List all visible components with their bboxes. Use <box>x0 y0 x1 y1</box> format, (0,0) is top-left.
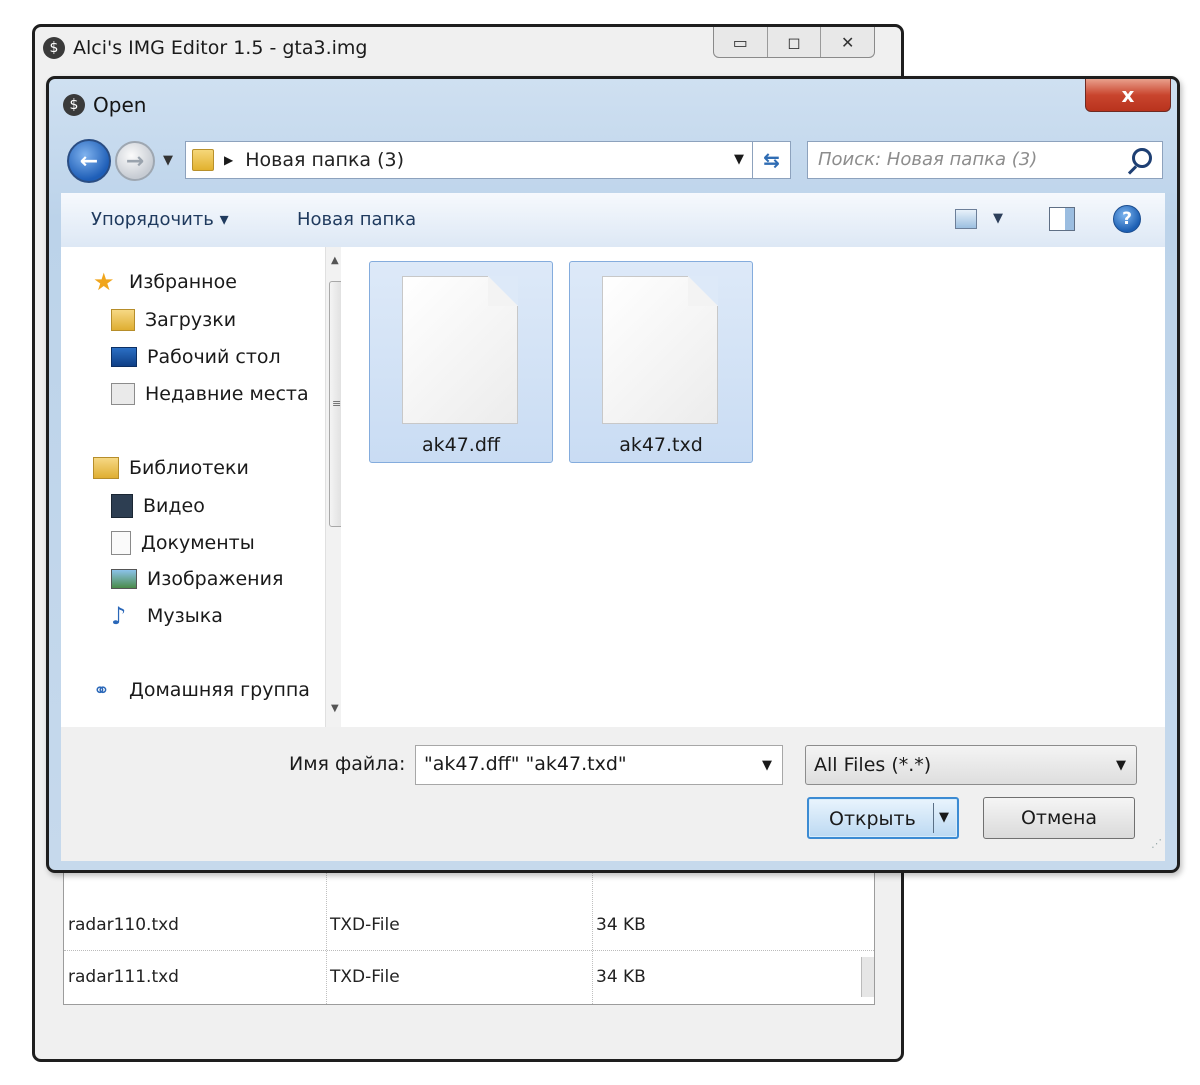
back-arrow-icon: ← <box>79 148 99 174</box>
main-title-bar: $ Alci's IMG Editor 1.5 - gta3.img <box>43 37 367 59</box>
nav-item-pictures[interactable]: Изображения <box>111 568 283 590</box>
file-type-value: All Files (*.*) <box>814 754 932 776</box>
help-icon[interactable]: ? <box>1113 205 1141 233</box>
search-icon[interactable] <box>1132 148 1152 168</box>
open-button-label: Открыть <box>829 808 916 830</box>
maximize-button[interactable]: ◻ <box>766 27 821 57</box>
file-view: ak47.dff ak47.txd <box>341 247 1165 727</box>
cell-type: TXD-File <box>330 915 400 935</box>
main-window-title: Alci's IMG Editor 1.5 - gta3.img <box>73 37 368 59</box>
forward-arrow-icon: → <box>125 148 145 174</box>
cell-type: TXD-File <box>330 967 400 987</box>
cancel-button[interactable]: Отмена <box>983 797 1135 839</box>
command-bar: Упорядочить ▾ Новая папка ▼ ? <box>61 193 1165 248</box>
pictures-icon <box>111 569 137 589</box>
breadcrumb-arrow-icon[interactable]: ▶ <box>224 153 233 167</box>
filename-label: Имя файла: <box>289 753 406 775</box>
nav-item-music[interactable]: ♪ Музыка <box>111 602 223 630</box>
nav-favorites-label: Избранное <box>129 271 237 293</box>
nav-item-documents[interactable]: Документы <box>111 531 255 555</box>
open-options-dropdown-icon[interactable]: ▼ <box>939 810 949 825</box>
window-controls: ▭ ◻ ✕ <box>713 27 875 58</box>
nav-item-label: Видео <box>143 495 205 517</box>
scroll-down-icon[interactable]: ▼ <box>331 703 339 714</box>
open-dialog: $ Open x ← → ▼ ▶ Новая папка (3) ▼ ⇆ Упо… <box>46 76 1180 873</box>
file-type-select[interactable]: All Files (*.*) ▼ <box>805 745 1137 785</box>
cell-name: radar110.txd <box>68 915 179 935</box>
resize-grip-icon[interactable]: ⋰ <box>1151 837 1162 850</box>
search-box[interactable] <box>807 141 1163 179</box>
nav-libraries[interactable]: Библиотеки <box>93 457 249 479</box>
open-button[interactable]: Открыть ▼ <box>807 797 959 839</box>
nav-item-label: Документы <box>141 532 255 554</box>
video-icon <box>111 494 133 518</box>
libraries-folder-icon <box>93 457 119 479</box>
nav-item-label: Рабочий стол <box>147 346 281 368</box>
nav-item-label: Загрузки <box>145 309 237 331</box>
scroll-up-icon[interactable]: ▲ <box>331 255 339 266</box>
cell-size: 34 KB <box>596 915 646 935</box>
file-name: ak47.dff <box>421 434 500 456</box>
homegroup-icon: ⚭ <box>93 679 110 701</box>
cell-size: 34 KB <box>596 967 646 987</box>
cancel-button-label: Отмена <box>1020 807 1098 829</box>
preview-pane-icon[interactable] <box>1049 207 1075 231</box>
recent-locations-dropdown-icon[interactable]: ▼ <box>163 153 173 168</box>
music-icon: ♪ <box>111 602 127 630</box>
star-icon: ★ <box>93 268 115 296</box>
documents-icon <box>111 531 131 555</box>
change-view-icon[interactable] <box>955 209 977 229</box>
dialog-title: Open <box>93 93 147 117</box>
minimize-button[interactable]: ▭ <box>714 27 767 57</box>
dialog-title-bar: $ Open <box>63 93 146 117</box>
downloads-folder-icon <box>111 309 135 331</box>
nav-item-downloads[interactable]: Загрузки <box>111 309 236 331</box>
recent-places-icon <box>111 383 135 405</box>
nav-item-label: Недавние места <box>145 383 309 405</box>
address-bar[interactable]: ▶ Новая папка (3) ▼ <box>185 141 753 179</box>
nav-libraries-label: Библиотеки <box>129 457 249 479</box>
nav-item-label: Музыка <box>147 605 223 627</box>
nav-item-video[interactable]: Видео <box>111 494 205 518</box>
file-item[interactable]: ak47.dff <box>369 261 553 463</box>
close-button[interactable]: ✕ <box>820 27 874 57</box>
search-input[interactable] <box>816 148 1120 171</box>
filename-dropdown-icon[interactable]: ▼ <box>762 758 772 773</box>
file-name: ak47.txd <box>619 434 703 456</box>
app-icon: $ <box>63 94 85 116</box>
filename-input[interactable] <box>422 752 746 776</box>
nav-item-recent-places[interactable]: Недавние места <box>111 383 309 405</box>
dialog-footer: Имя файла: ▼ All Files (*.*) ▼ Открыть ▼… <box>61 727 1165 861</box>
view-dropdown-icon[interactable]: ▼ <box>993 211 1003 226</box>
table-row[interactable]: radar110.txd TXD-File 34 KB <box>64 900 874 951</box>
organize-button[interactable]: Упорядочить ▾ <box>91 209 229 230</box>
folder-icon <box>192 149 214 171</box>
address-dropdown-icon[interactable]: ▼ <box>734 152 744 167</box>
table-scrollbar[interactable] <box>861 957 874 997</box>
nav-favorites[interactable]: ★ Избранное <box>93 268 237 296</box>
refresh-button[interactable]: ⇆ <box>753 141 791 179</box>
forward-button[interactable]: → <box>115 141 155 181</box>
file-item[interactable]: ak47.txd <box>569 261 753 463</box>
cell-name: radar111.txd <box>68 967 179 987</box>
table-row[interactable]: radar111.txd TXD-File 34 KB <box>64 952 874 1002</box>
refresh-icon: ⇆ <box>763 148 780 172</box>
app-icon: $ <box>43 37 65 59</box>
dialog-close-button[interactable]: x <box>1085 79 1171 112</box>
back-button[interactable]: ← <box>67 139 111 183</box>
navigation-pane: ★ Избранное Загрузки Рабочий стол Недавн… <box>61 247 348 727</box>
nav-item-desktop[interactable]: Рабочий стол <box>111 346 281 368</box>
file-icon <box>402 276 518 424</box>
new-folder-button[interactable]: Новая папка <box>297 209 416 230</box>
scroll-grip-icon: ≡ <box>332 397 342 410</box>
file-type-dropdown-icon: ▼ <box>1116 758 1126 773</box>
nav-homegroup-label: Домашняя группа <box>129 679 310 701</box>
filename-combobox[interactable]: ▼ <box>415 745 783 785</box>
nav-homegroup[interactable]: ⚭ Домашняя группа <box>93 679 325 701</box>
split-divider <box>933 803 934 833</box>
nav-item-label: Изображения <box>147 568 284 590</box>
desktop-icon <box>111 347 137 367</box>
file-icon <box>602 276 718 424</box>
breadcrumb-path[interactable]: Новая папка (3) <box>245 149 404 171</box>
